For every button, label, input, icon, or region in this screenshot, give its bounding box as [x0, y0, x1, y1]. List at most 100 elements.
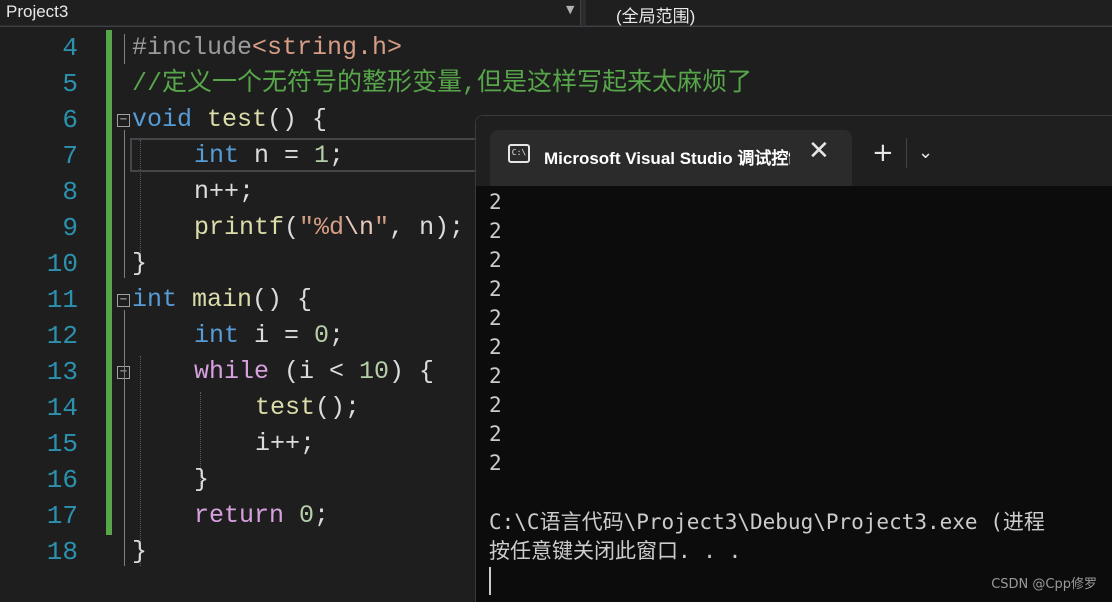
- code-text: n =: [239, 141, 315, 170]
- change-tracking-bar: [106, 30, 112, 535]
- include-header: <string.h>: [252, 33, 403, 62]
- keyword: void: [132, 105, 193, 134]
- code-line[interactable]: }: [132, 534, 147, 570]
- code-text: () {: [267, 105, 328, 134]
- code-text: }: [194, 465, 210, 494]
- exit-message: C:\C语言代码\Project3\Debug\Project3.exe (进程: [489, 510, 1045, 534]
- code-line[interactable]: }: [194, 462, 209, 498]
- terminal-output: 2 2 2 2 2 2 2 2 2 2: [489, 188, 1109, 478]
- output-line: 2: [489, 393, 502, 417]
- code-text: i =: [239, 321, 315, 350]
- scope-dropdown[interactable]: (全局范围): [586, 0, 1112, 26]
- code-line[interactable]: printf("%d\n", n);: [194, 210, 464, 246]
- code-line[interactable]: }: [132, 246, 147, 282]
- output-line: 2: [489, 451, 502, 475]
- keyword: int: [132, 285, 178, 314]
- function-name: test: [255, 393, 316, 422]
- number-literal: 0: [299, 501, 315, 530]
- output-line: 2: [489, 364, 502, 388]
- code-text: ) {: [389, 357, 435, 386]
- collapse-icon[interactable]: −: [117, 114, 130, 127]
- code-text: , n);: [389, 213, 465, 242]
- escape-sequence: \n: [344, 213, 375, 242]
- function-name: printf: [194, 213, 285, 242]
- text-cursor: [489, 567, 491, 595]
- code-text: ;: [329, 141, 345, 170]
- code-line[interactable]: //定义一个无符号的整形变量,但是这样写起来太麻烦了: [132, 66, 752, 102]
- output-line: 2: [489, 190, 502, 214]
- navigation-bar: Project3 ▼ (全局范围): [0, 0, 1112, 27]
- line-number: 5: [62, 69, 78, 99]
- keyword: int: [194, 141, 240, 170]
- code-comment: //定义一个无符号的整形变量,但是这样写起来太麻烦了: [132, 69, 753, 98]
- preprocessor-directive: #include: [132, 33, 253, 62]
- code-line[interactable]: int n = 1;: [194, 138, 344, 174]
- line-number: 7: [62, 141, 78, 171]
- terminal-titlebar: C:\ Microsoft Visual Studio 调试控制台 ✕ + ⌄: [476, 116, 1112, 186]
- output-line: 2: [489, 219, 502, 243]
- console-icon: C:\: [508, 144, 530, 163]
- dropdown-caret-icon[interactable]: ▼: [566, 3, 574, 16]
- terminal-tab[interactable]: C:\ Microsoft Visual Studio 调试控制台 ✕: [490, 130, 852, 186]
- control-keyword: return: [194, 501, 285, 530]
- scope-bracket: [124, 310, 125, 566]
- string-literal: "%d: [299, 213, 345, 242]
- line-number: 13: [46, 357, 78, 387]
- chevron-down-icon[interactable]: ⌄: [918, 142, 933, 163]
- code-text: (: [284, 213, 300, 242]
- code-text: }: [132, 537, 148, 566]
- number-literal: 1: [314, 141, 330, 170]
- line-number: 4: [62, 33, 78, 63]
- control-keyword: while: [194, 357, 270, 386]
- line-number: 16: [46, 465, 78, 495]
- code-line[interactable]: while (i < 10) {: [194, 354, 434, 390]
- line-number: 10: [46, 249, 78, 279]
- code-line[interactable]: n++;: [194, 174, 254, 210]
- output-line: 2: [489, 422, 502, 446]
- line-number: 9: [62, 213, 78, 243]
- output-line: 2: [489, 277, 502, 301]
- string-literal: ": [374, 213, 390, 242]
- collapse-icon[interactable]: −: [117, 294, 130, 307]
- project-dropdown[interactable]: Project3 ▼: [0, 0, 581, 25]
- function-name: test: [207, 105, 268, 134]
- keyword: int: [194, 321, 240, 350]
- code-line[interactable]: return 0;: [194, 498, 329, 534]
- watermark: CSDN @Cpp修罗: [991, 577, 1097, 592]
- code-text: }: [132, 249, 148, 278]
- code-line[interactable]: test();: [255, 390, 360, 426]
- scope-bracket: [124, 34, 125, 64]
- code-line[interactable]: int i = 0;: [194, 318, 344, 354]
- code-text: (i <: [269, 357, 360, 386]
- line-number: 6: [62, 105, 78, 135]
- code-line[interactable]: int main() {: [132, 282, 312, 318]
- output-line: 2: [489, 248, 502, 272]
- output-line: 2: [489, 306, 502, 330]
- close-icon[interactable]: ✕: [808, 136, 830, 166]
- code-line[interactable]: i++;: [255, 426, 315, 462]
- line-number: 18: [46, 537, 78, 567]
- line-number: 14: [46, 393, 78, 423]
- terminal-tab-title: Microsoft Visual Studio 调试控制台: [544, 149, 790, 168]
- scope-bracket: [124, 130, 125, 278]
- scope-dropdown-label: (全局范围): [616, 7, 696, 26]
- output-line: 2: [489, 335, 502, 359]
- project-dropdown-label: Project3: [6, 2, 69, 21]
- debug-console-window[interactable]: C:\ Microsoft Visual Studio 调试控制台 ✕ + ⌄ …: [475, 115, 1112, 602]
- tab-separator: [906, 138, 907, 168]
- close-prompt: 按任意键关闭此窗口. . .: [489, 539, 742, 563]
- new-tab-icon[interactable]: +: [872, 138, 894, 168]
- code-line[interactable]: void test() {: [132, 102, 327, 138]
- line-number: 17: [46, 501, 78, 531]
- code-text: () {: [252, 285, 313, 314]
- code-line[interactable]: #include<string.h>: [132, 30, 402, 66]
- line-number: 8: [62, 177, 78, 207]
- number-literal: 0: [314, 321, 330, 350]
- code-text: ;: [314, 501, 330, 530]
- function-name: main: [192, 285, 253, 314]
- number-literal: 10: [359, 357, 390, 386]
- code-text: i++;: [255, 429, 316, 458]
